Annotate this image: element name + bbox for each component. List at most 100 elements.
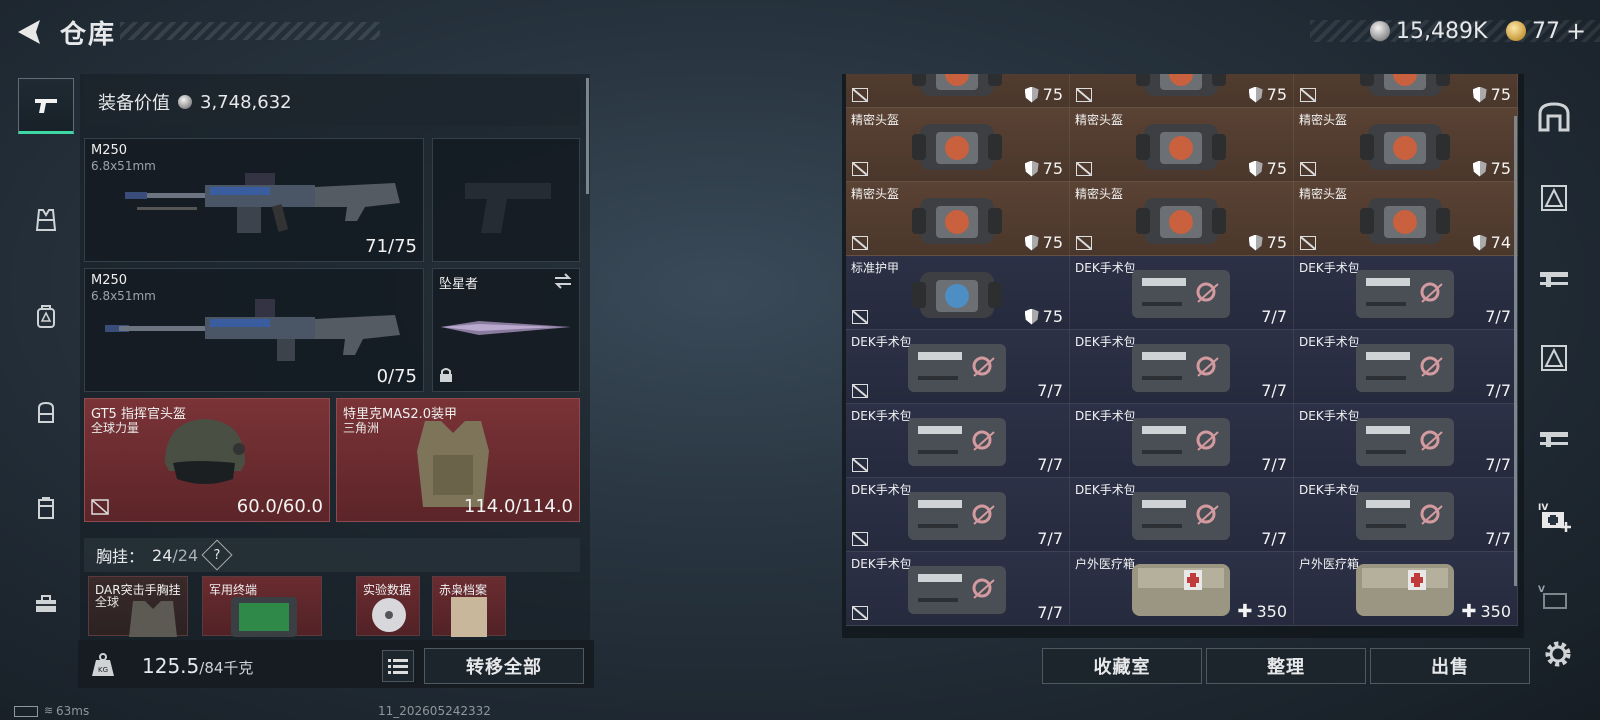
primary-weapon-slot[interactable]: M250 6.8x51mm 71/75 <box>84 138 424 262</box>
nav-vests[interactable] <box>18 192 74 248</box>
stash-item[interactable]: 精密头盔 75 <box>846 182 1070 256</box>
rnav-storage[interactable] <box>1532 96 1576 140</box>
rnav-tier5[interactable]: V <box>1532 576 1576 620</box>
container-icon <box>1541 185 1567 211</box>
item-value-text: 75 <box>1490 159 1511 178</box>
armor-slot[interactable]: 特里克MAS2.0装甲 三角洲 114.0/114.0 <box>336 398 580 522</box>
melee-slot[interactable]: 坠星者 <box>432 268 580 392</box>
organize-button[interactable]: 整理 <box>1206 648 1366 684</box>
stash-item[interactable]: 精密头盔 75 <box>1294 108 1518 182</box>
nav-toolbox[interactable] <box>18 576 74 632</box>
back-button[interactable] <box>14 16 46 48</box>
military-terminal-item[interactable]: 军用终端 <box>202 576 322 637</box>
surgical-kit-icon <box>1356 418 1454 466</box>
svg-text:IV: IV <box>1538 503 1548 513</box>
surgical-kit-icon <box>908 344 1006 392</box>
rnav-medical-tier4[interactable]: IV <box>1532 496 1576 540</box>
stash-item[interactable]: DEK手术包 7/7 <box>846 478 1070 552</box>
stash-item[interactable]: 75 <box>1294 74 1518 108</box>
armor-shield-icon <box>1024 234 1039 251</box>
list-view-button[interactable] <box>382 650 414 682</box>
rnav-container-2[interactable] <box>1532 336 1576 380</box>
silver-currency[interactable]: 15,489K <box>1370 16 1487 46</box>
secondary-weapon-slot[interactable]: M250 6.8x51mm 0/75 <box>84 268 424 392</box>
stash-item[interactable]: DEK手术包 7/7 <box>846 404 1070 478</box>
nav-weapons[interactable] <box>18 78 74 134</box>
surgical-kit-icon <box>908 566 1006 614</box>
stash-item[interactable]: 户外医疗箱 ✚ 350 <box>1070 552 1294 626</box>
document-icon <box>451 597 487 637</box>
no-insure-icon <box>852 162 868 176</box>
equipment-value-amount: 3,748,632 <box>200 91 292 113</box>
item-value-text: 350 <box>1256 602 1287 621</box>
terminal-icon <box>231 597 297 637</box>
gold-add-button[interactable]: + <box>1566 17 1586 45</box>
settings-button[interactable] <box>1540 636 1576 672</box>
helmet-bag-icon <box>1360 198 1450 244</box>
helmet-bag-icon <box>912 272 1002 318</box>
sidearm-slot-empty[interactable] <box>432 138 580 262</box>
stash-item[interactable]: DEK手术包 7/7 <box>1294 404 1518 478</box>
rnav-weapons[interactable] <box>1532 416 1576 460</box>
stash-item[interactable]: DEK手术包 7/7 <box>1070 478 1294 552</box>
stash-item[interactable]: DEK手术包 7/7 <box>1294 478 1518 552</box>
gold-currency[interactable]: 77 + <box>1506 16 1586 46</box>
weight-icon: KG <box>90 652 116 678</box>
item-brand: 全球 <box>95 595 120 609</box>
item-value-text: 75 <box>1042 85 1063 104</box>
surgical-kit-icon <box>908 492 1006 540</box>
nav-cases[interactable] <box>18 480 74 536</box>
sell-button[interactable]: 出售 <box>1370 648 1530 684</box>
stash-item[interactable]: DEK手术包 7/7 <box>1070 256 1294 330</box>
nav-backpacks[interactable] <box>18 288 74 344</box>
equipment-value: 装备价值 3,748,632 <box>84 78 580 126</box>
item-value: 75 <box>1472 85 1511 104</box>
transfer-all-button[interactable]: 转移全部 <box>424 648 584 684</box>
item-value: 7/7 <box>1485 307 1511 326</box>
stash-scrollbar[interactable] <box>1514 116 1517 586</box>
disc-icon <box>372 598 406 632</box>
stash-item[interactable]: 75 <box>846 74 1070 108</box>
stash-item[interactable]: DEK手术包 7/7 <box>846 330 1070 404</box>
stash-item[interactable]: 户外医疗箱 ✚ 350 <box>1294 552 1518 626</box>
no-insure-icon <box>1300 236 1316 250</box>
stash-item[interactable]: DEK手术包 7/7 <box>1294 330 1518 404</box>
swap-icon[interactable] <box>553 273 573 289</box>
medkit-add-icon: IV <box>1538 503 1571 532</box>
ping-readout: 63ms <box>56 704 90 718</box>
no-insure-icon <box>1076 162 1092 176</box>
experiment-data-item[interactable]: 实验数据 <box>356 576 420 636</box>
no-insure-icon <box>1300 162 1316 176</box>
stash-item[interactable]: 标准护甲 75 <box>846 256 1070 330</box>
chest-rig-item[interactable]: DAR突击手胸挂 全球 <box>88 576 188 637</box>
item-value-text: 75 <box>1042 159 1063 178</box>
red-owl-file-item[interactable]: 赤枭档案 <box>432 576 506 637</box>
stash-item[interactable]: 精密头盔 75 <box>1070 108 1294 182</box>
armor-shield-icon <box>1248 86 1263 103</box>
rnav-container-1[interactable] <box>1532 176 1576 220</box>
nav-bags[interactable] <box>18 384 74 440</box>
stash-item[interactable]: DEK手术包 7/7 <box>1070 404 1294 478</box>
surgical-kit-icon <box>1356 270 1454 318</box>
no-insure-icon <box>852 384 868 398</box>
chest-rig-count: 24/24 <box>152 546 198 565</box>
rnav-rifles[interactable] <box>1532 256 1576 300</box>
no-insure-icon <box>852 236 868 250</box>
help-button[interactable]: ? <box>201 539 233 571</box>
stash-item[interactable]: 精密头盔 74 <box>1294 182 1518 256</box>
stash-item[interactable]: 精密头盔 75 <box>846 108 1070 182</box>
stash-item[interactable]: DEK手术包 7/7 <box>1070 330 1294 404</box>
item-name: 标准护甲 <box>851 261 900 275</box>
loadout-scrollbar[interactable] <box>586 78 589 194</box>
collection-room-button[interactable]: 收藏室 <box>1042 648 1202 684</box>
helmet-slot[interactable]: GT5 指挥官头盔 全球力量 60.0/60.0 <box>84 398 330 522</box>
stash-item[interactable]: 75 <box>1070 74 1294 108</box>
chest-rig-header: 胸挂： 24/24 ? <box>84 538 580 572</box>
stash-item[interactable]: 精密头盔 75 <box>1070 182 1294 256</box>
help-icon: ? <box>213 547 221 563</box>
surgical-kit-icon <box>1132 418 1230 466</box>
stash-item[interactable]: DEK手术包 7/7 <box>1294 256 1518 330</box>
weapon-name: M250 <box>91 273 128 288</box>
stash-item[interactable]: DEK手术包 7/7 <box>846 552 1070 626</box>
gear-icon <box>1545 641 1571 667</box>
